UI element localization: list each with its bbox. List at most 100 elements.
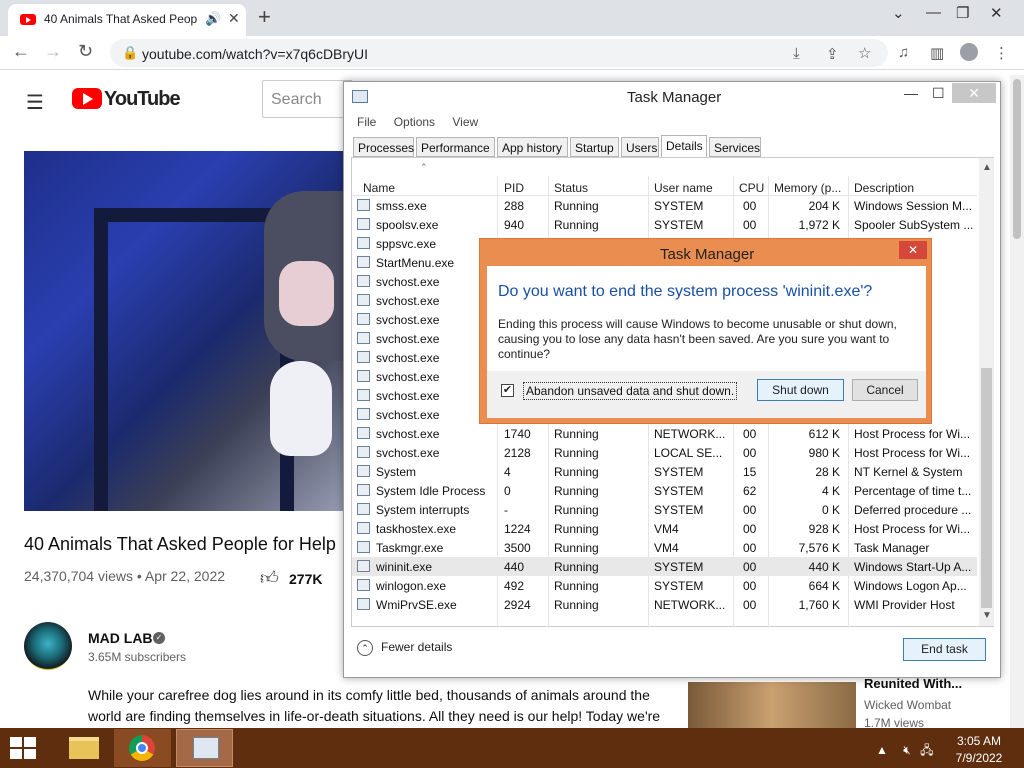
cell-mem: 4 K xyxy=(821,484,840,498)
tab-performance[interactable]: Performance xyxy=(416,137,495,157)
media-control-icon[interactable]: ♫ xyxy=(898,44,909,61)
table-row[interactable]: svchost.exe 2128 Running LOCAL SE... 00 980 K… xyxy=(352,443,977,462)
bookmark-star-icon[interactable]: ☆ xyxy=(858,44,871,62)
shut-down-button[interactable]: Shut down xyxy=(757,379,844,401)
page-scrollbar[interactable] xyxy=(1010,75,1024,730)
task-manager-taskbar-icon[interactable] xyxy=(176,729,233,767)
chrome-taskbar-icon[interactable] xyxy=(114,729,171,767)
youtube-logo-text[interactable]: YouTube xyxy=(104,88,181,111)
side-panel-icon[interactable]: ▥ xyxy=(930,44,944,62)
end-task-button[interactable]: End task xyxy=(903,638,986,661)
cancel-button[interactable]: Cancel xyxy=(852,379,918,401)
table-row[interactable]: spoolsv.exe 940 Running SYSTEM 00 1,972 K Spoo… xyxy=(352,215,977,234)
cell-name: spoolsv.exe xyxy=(376,218,439,232)
table-row[interactable]: wininit.exe 440 Running SYSTEM 00 440 K Window… xyxy=(352,557,977,576)
page-scrollbar-thumb[interactable] xyxy=(1013,79,1021,239)
col-memory[interactable]: Memory (p... xyxy=(774,181,841,195)
cell-user: VM4 xyxy=(654,522,679,536)
col-description[interactable]: Description xyxy=(854,181,914,195)
close-window-icon[interactable]: ✕ xyxy=(990,4,1003,22)
suggested-video-thumbnail[interactable] xyxy=(688,682,856,728)
forward-icon[interactable]: → xyxy=(44,41,62,62)
video-description[interactable]: While your carefree dog lies around in i… xyxy=(88,685,678,727)
youtube-search-input[interactable]: Search xyxy=(262,80,352,118)
address-bar[interactable]: 🔒 youtube.com/watch?v=x7q6cDBryUI ⤓ ⇪ ☆ xyxy=(110,39,888,67)
tray-expand-icon[interactable]: ▲ xyxy=(876,743,888,757)
close-tab-icon[interactable]: ✕ xyxy=(228,10,240,27)
tab-processes[interactable]: Processes xyxy=(353,137,414,157)
back-icon[interactable]: ← xyxy=(12,41,30,62)
channel-name[interactable]: MAD LAB xyxy=(88,630,153,646)
tab-search-icon[interactable]: ⌄ xyxy=(892,4,905,22)
url-text[interactable]: youtube.com/watch?v=x7q6cDBryUI xyxy=(142,46,368,62)
menu-view[interactable]: View xyxy=(452,115,478,129)
table-row[interactable]: System Idle Process 0 Running SYSTEM 62 4 K Pe… xyxy=(352,481,977,500)
thumbs-up-icon[interactable]: 👍︎ xyxy=(260,567,279,589)
like-count[interactable]: 277K xyxy=(289,571,322,587)
table-row[interactable]: WmiPrvSE.exe 2924 Running NETWORK... 00 1,760… xyxy=(352,595,977,614)
cell-cpu: 00 xyxy=(743,579,757,593)
dialog-close-icon[interactable]: ✕ xyxy=(899,241,927,259)
minimize-icon[interactable]: — xyxy=(926,4,941,21)
reload-icon[interactable]: ↻ xyxy=(78,41,93,62)
chrome-icon xyxy=(129,735,155,761)
scroll-up-icon[interactable]: ▲ xyxy=(982,162,992,173)
tm-maximize-icon[interactable]: ☐ xyxy=(932,85,945,102)
fewer-details-button[interactable]: ⌃ Fewer details xyxy=(357,640,452,656)
abandon-data-checkbox[interactable]: ✔ xyxy=(501,384,514,397)
table-row[interactable]: System interrupts - Running SYSTEM 00 0 K Defe… xyxy=(352,500,977,519)
more-menu-icon[interactable]: ⋮ xyxy=(994,44,1009,62)
task-manager-titlebar[interactable]: Task Manager — ☐ ✕ xyxy=(344,82,1000,112)
volume-muted-icon[interactable]: 🔇︎ xyxy=(903,743,911,757)
cell-pid: 440 xyxy=(504,560,525,574)
table-scrollbar-thumb[interactable] xyxy=(981,368,992,608)
col-name[interactable]: Name xyxy=(363,181,395,195)
lock-icon[interactable]: 🔒 xyxy=(122,45,138,61)
network-icon[interactable]: 🖧 xyxy=(920,743,933,757)
table-row[interactable]: Taskmgr.exe 3500 Running VM4 00 7,576 K Task M… xyxy=(352,538,977,557)
tab-users[interactable]: Users xyxy=(621,137,659,157)
col-user-name[interactable]: User name xyxy=(654,181,713,195)
file-explorer-taskbar-icon[interactable] xyxy=(54,729,111,767)
tab-details[interactable]: Details xyxy=(661,135,707,158)
suggested-video-title[interactable]: Reunited With... xyxy=(864,676,962,691)
new-tab-button[interactable]: + xyxy=(258,4,271,30)
install-icon[interactable]: ⤓ xyxy=(793,45,800,62)
table-row[interactable]: taskhostex.exe 1224 Running VM4 00 928 K Host … xyxy=(352,519,977,538)
process-icon xyxy=(357,370,370,382)
dialog-content: Do you want to end the system process 'w… xyxy=(487,266,926,418)
col-cpu[interactable]: CPU xyxy=(739,181,764,195)
table-row[interactable]: winlogon.exe 492 Running SYSTEM 00 664 K Windo… xyxy=(352,576,977,595)
share-icon[interactable]: ⇪ xyxy=(826,45,839,63)
tab-startup[interactable]: Startup xyxy=(570,137,619,157)
scroll-down-icon[interactable]: ▼ xyxy=(982,610,992,621)
restore-icon[interactable]: ❐ xyxy=(956,4,969,22)
table-row[interactable]: System 4 Running SYSTEM 15 28 K NT Kernel & Sy… xyxy=(352,462,977,481)
abandon-data-label[interactable]: Abandon unsaved data and shut down. xyxy=(523,382,738,400)
video-player[interactable] xyxy=(24,151,354,511)
browser-tab[interactable]: 40 Animals That Asked Peop 🔊 ✕ xyxy=(8,4,246,36)
table-row[interactable]: smss.exe 288 Running SYSTEM 00 204 K Windows S… xyxy=(352,196,977,215)
table-scrollbar[interactable]: ▲ ▼ xyxy=(979,158,994,626)
col-pid[interactable]: PID xyxy=(504,181,524,195)
video-title: 40 Animals That Asked People for Help xyxy=(24,534,336,554)
speaker-icon[interactable]: 🔊 xyxy=(205,11,221,27)
process-icon xyxy=(357,313,370,325)
table-row[interactable]: svchost.exe 1740 Running NETWORK... 00 612 K H… xyxy=(352,424,977,443)
youtube-logo-icon[interactable] xyxy=(72,88,102,109)
col-status[interactable]: Status xyxy=(554,181,588,195)
cell-status: Running xyxy=(554,484,599,498)
profile-avatar-icon[interactable] xyxy=(960,43,978,61)
tab-app-history[interactable]: App history xyxy=(497,137,568,157)
cell-pid: 2128 xyxy=(504,446,531,460)
system-clock[interactable]: 3:05 AM 7/9/2022 xyxy=(948,733,1010,767)
menu-options[interactable]: Options xyxy=(394,115,435,129)
tm-close-icon[interactable]: ✕ xyxy=(952,83,996,103)
tm-minimize-icon[interactable]: — xyxy=(904,85,918,101)
menu-file[interactable]: File xyxy=(357,115,376,129)
windows-start-icon[interactable] xyxy=(10,737,38,761)
cell-status: Running xyxy=(554,522,599,536)
channel-avatar[interactable] xyxy=(24,622,72,670)
tab-services[interactable]: Services xyxy=(709,137,761,157)
hamburger-menu-icon[interactable]: ☰ xyxy=(26,90,44,115)
